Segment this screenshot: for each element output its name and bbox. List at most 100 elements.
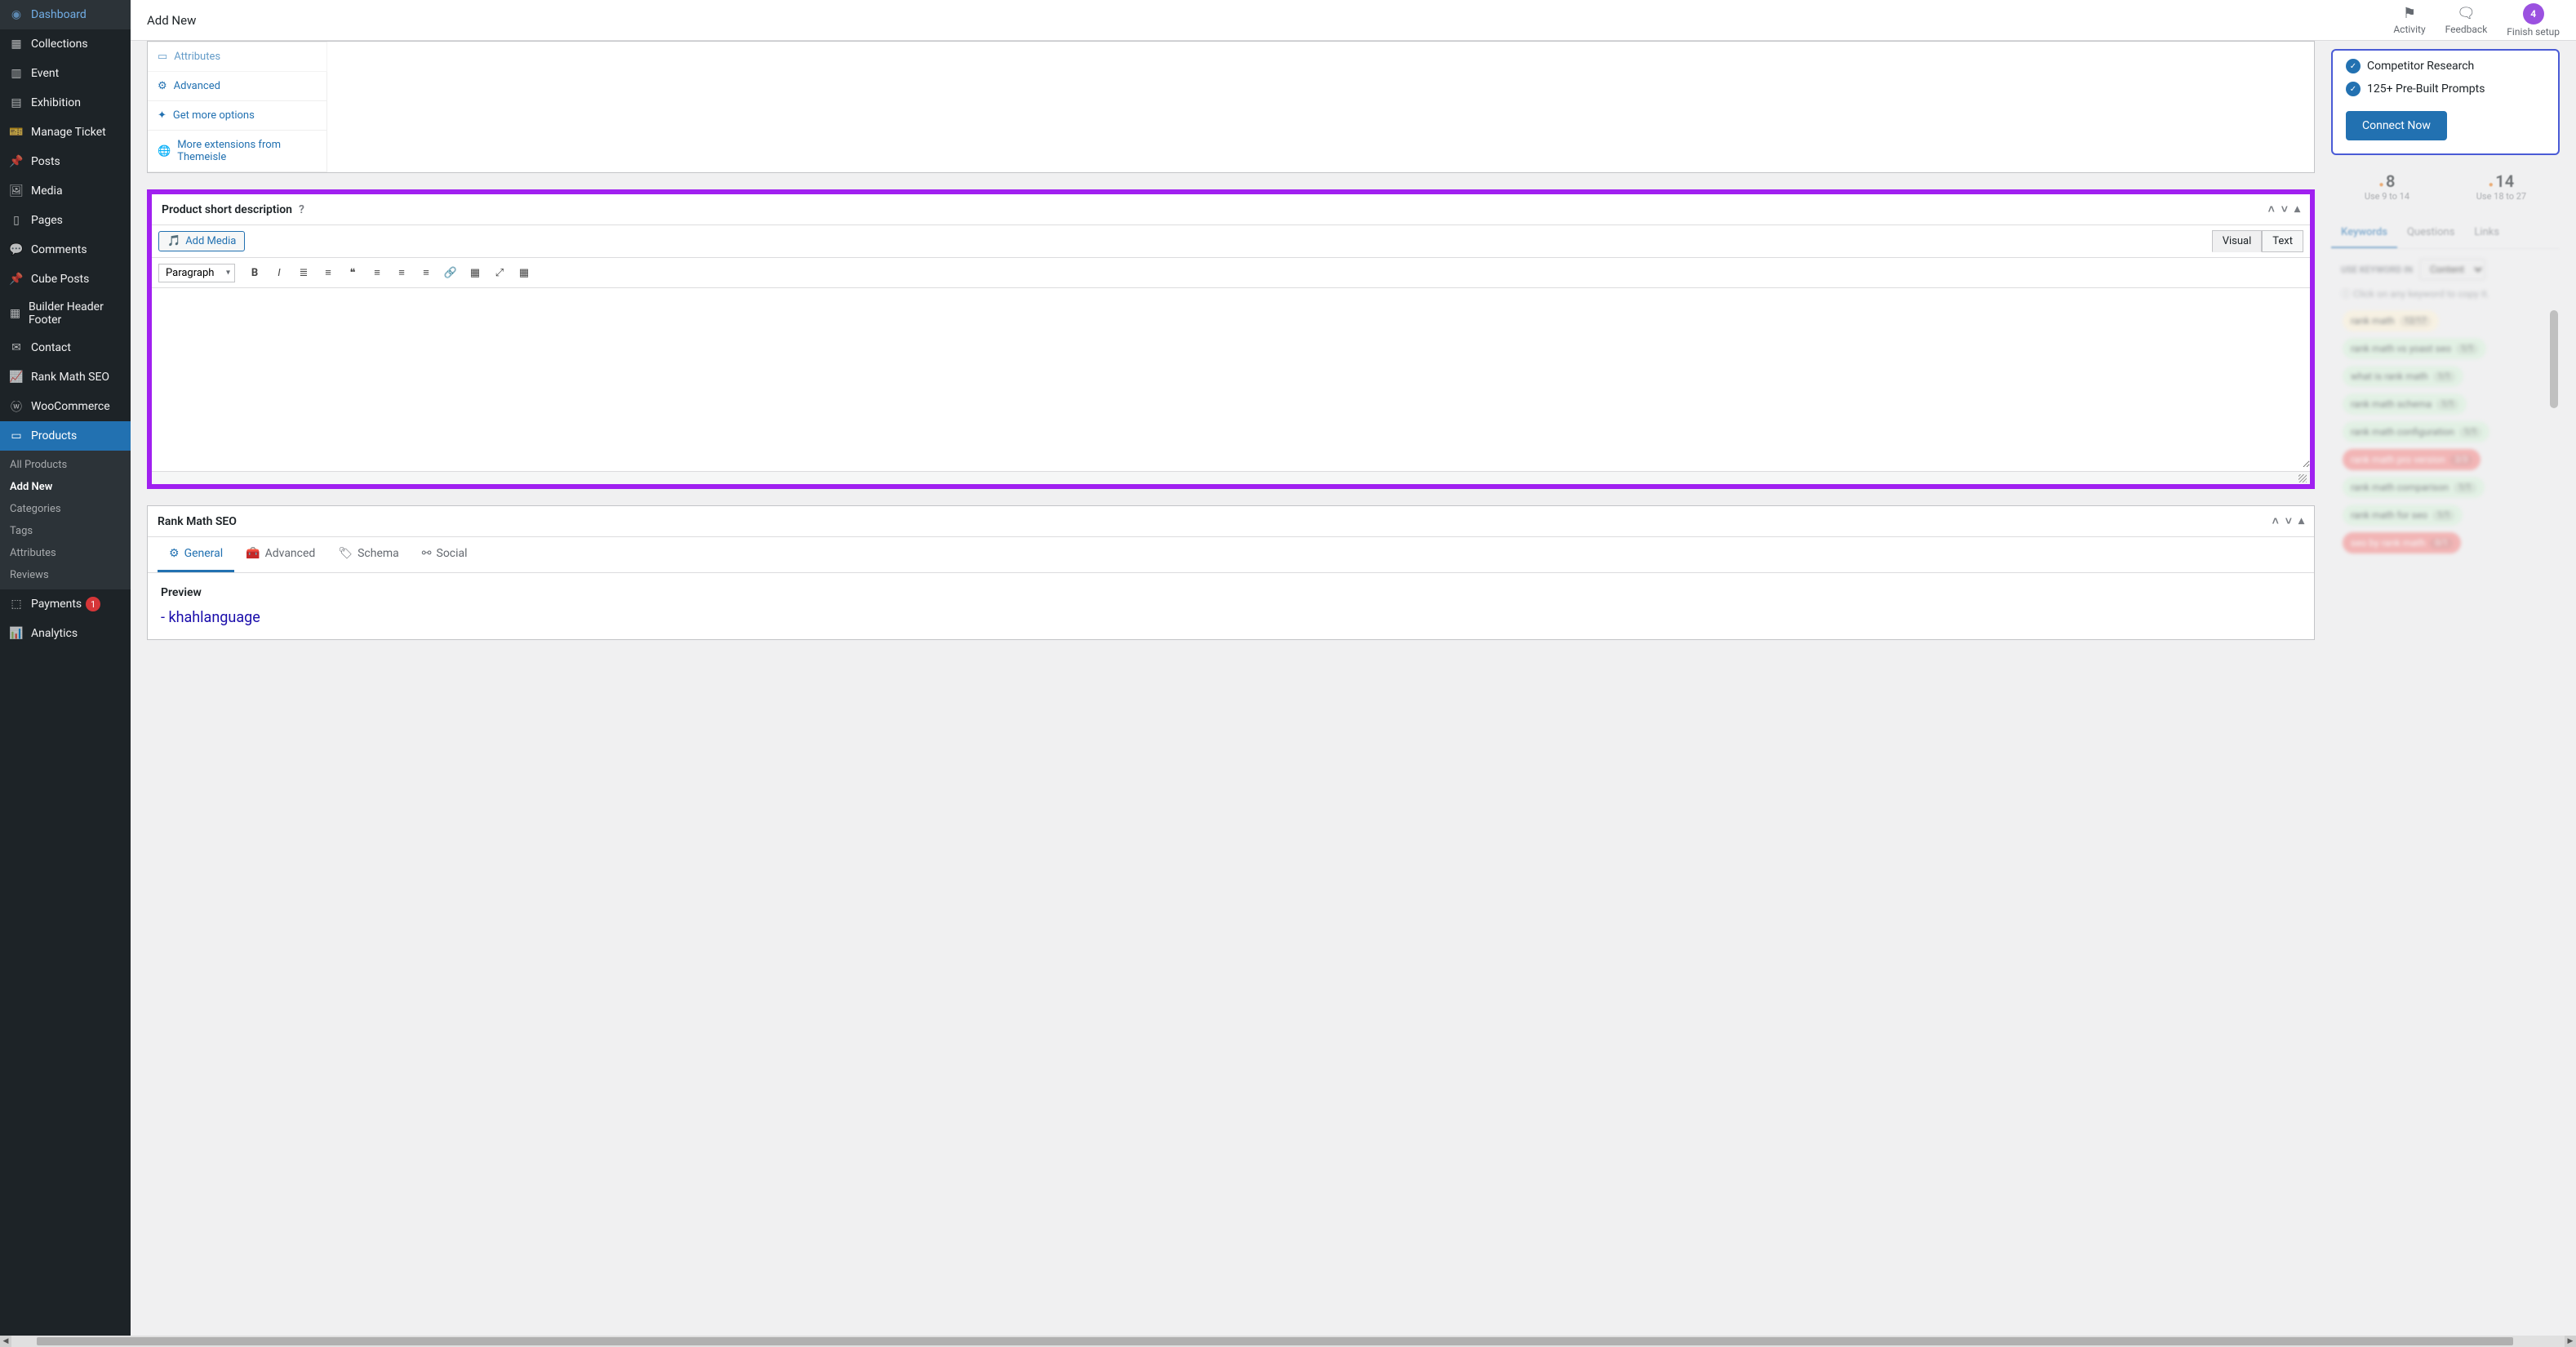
kw-tab-links[interactable]: Links [2464,218,2509,248]
panel-move-down-icon[interactable]: ˅ [2281,202,2288,216]
sidebar-item-exhibition[interactable]: ▤ Exhibition [0,88,131,118]
right-scrollbar[interactable] [2550,310,2558,408]
attributes-icon: ▭ [158,51,167,63]
sidebar-label: Dashboard [31,8,87,21]
sidebar-sub-reviews[interactable]: Reviews [0,564,131,586]
sidebar-label: Exhibition [31,96,81,109]
sidebar-sub-categories[interactable]: Categories [0,498,131,520]
seo-tab-schema[interactable]: 🏷Schema [326,537,410,572]
sidebar-sub-tags[interactable]: Tags [0,520,131,542]
help-icon[interactable]: ? [299,203,304,216]
seo-tab-advanced[interactable]: 🧰Advanced [234,537,326,572]
keyword-pill[interactable]: seo by rank math0/1 [2343,532,2461,553]
panel-toggle-icon[interactable]: ▴ [2294,202,2300,216]
preview-link[interactable]: - khahlanguage [161,609,2301,626]
products-icon: ▭ [8,428,24,444]
sidebar-item-analytics[interactable]: 📊Analytics [0,619,131,648]
sidebar-label: Products [31,429,77,442]
insert-readmore-button[interactable]: ▦ [464,261,486,284]
keyword-pill[interactable]: rank math for seo1/1 [2343,505,2463,526]
exhibition-icon: ▤ [8,95,24,111]
sidebar-item-collections[interactable]: ▦Collections [0,29,131,59]
pd-tab-get-more-options[interactable]: ✦Get more options [148,101,327,131]
sidebar-item-media[interactable]: 🖼Media [0,176,131,206]
feedback-icon: 🗨 [2457,5,2476,22]
preview-label: Preview [161,586,2301,599]
align-center-button[interactable]: ≡ [390,261,413,284]
sidebar-item-event[interactable]: ▥Event [0,59,131,88]
sidebar-item-products[interactable]: ▭ Products [0,421,131,451]
magic-icon: ✦ [158,109,167,122]
finish-setup-badge: 4 [2523,3,2544,24]
editor-tab-text[interactable]: Text [2262,230,2303,252]
sidebar-item-comments[interactable]: 💬Comments [0,235,131,265]
sidebar-item-dashboard[interactable]: ◉Dashboard [0,0,131,29]
activity-icon: ⚑ [2403,5,2416,22]
panel-move-down-icon[interactable]: ˅ [2285,514,2292,528]
panel-toggle-icon[interactable]: ▴ [2298,514,2304,528]
panel-move-up-icon[interactable]: ˄ [2272,514,2279,528]
connect-now-button[interactable]: Connect Now [2346,111,2447,140]
format-select[interactable]: Paragraph [158,264,235,282]
keyword-pill[interactable]: rank math12/17 [2343,310,2439,331]
short-description-editor[interactable] [152,288,2310,468]
align-left-button[interactable]: ≡ [366,261,389,284]
keyword-pill[interactable]: rank math configuration1/1 [2343,421,2489,442]
scroll-left-arrow[interactable]: ◀ [0,1336,11,1347]
activity-button[interactable]: ⚑ Activity [2393,5,2425,35]
keyword-pill[interactable]: what is rank math1/1 [2343,366,2463,387]
sidebar-item-manage-ticket[interactable]: 🎫Manage Ticket [0,118,131,147]
product-short-description-panel: Product short description ? ˄ ˅ ▴ 🎵 Add … [147,189,2315,489]
sidebar-item-pages[interactable]: ▯Pages [0,206,131,235]
sidebar-label: Payments [31,598,82,611]
share-icon: ⚯ [422,547,432,560]
fullscreen-button[interactable]: ⤢ [488,261,511,284]
finish-setup-button[interactable]: 4 Finish setup [2507,3,2560,38]
sidebar-sub-all-products[interactable]: All Products [0,454,131,476]
keyword-location-select[interactable]: Content [2419,259,2485,280]
bullet-list-button[interactable]: ≣ [292,261,315,284]
seo-tab-social[interactable]: ⚯Social [411,537,479,572]
kw-tab-questions[interactable]: Questions [2397,218,2464,248]
keyword-pill[interactable]: rank math pro version2/3 [2343,449,2481,470]
editor-resize-handle[interactable] [152,471,2310,484]
sidebar-item-cube-posts[interactable]: 📌Cube Posts [0,265,131,294]
panel-move-up-icon[interactable]: ˄ [2268,202,2275,216]
scroll-thumb[interactable] [37,1337,2513,1345]
sidebar-item-woocommerce[interactable]: ⓦWooCommerce [0,392,131,421]
horizontal-scrollbar[interactable]: ◀ ▶ [0,1336,2576,1347]
keyword-pill[interactable]: rank math comparison1/1 [2343,477,2485,498]
woo-icon: ⓦ [8,398,24,415]
blockquote-button[interactable]: ❝ [341,261,364,284]
sidebar-item-contact[interactable]: ✉Contact [0,333,131,362]
scroll-right-arrow[interactable]: ▶ [2565,1336,2576,1347]
ai-feature-item: ✓ Competitor Research [2346,59,2545,73]
pages-icon: ▯ [8,212,24,229]
sidebar-sub-attributes[interactable]: Attributes [0,542,131,564]
kw-tab-keywords[interactable]: Keywords [2331,218,2397,248]
pd-tab-more-extensions[interactable]: 🌐More extensions from Themeisle [148,131,327,172]
toolbar-toggle-button[interactable]: ▦ [513,261,535,284]
sidebar-item-posts[interactable]: 📌Posts [0,147,131,176]
sidebar-item-builder-header-footer[interactable]: ▦Builder Header Footer [0,294,131,333]
sidebar-sub-add-new[interactable]: Add New [0,476,131,498]
editor-tab-visual[interactable]: Visual [2212,230,2263,252]
pd-tab-advanced[interactable]: ⚙Advanced [148,72,327,101]
link-button[interactable]: 🔗 [439,261,462,284]
keyword-pill[interactable]: rank math vs yoast seo1/1 [2343,338,2486,359]
feedback-button[interactable]: 🗨 Feedback [2445,5,2488,35]
seo-tab-label: Advanced [265,547,316,560]
topbar: Add New ⚑ Activity 🗨 Feedback 4 Finish s… [131,0,2576,41]
italic-button[interactable]: I [268,261,291,284]
keyword-pill[interactable]: rank math schema1/1 [2343,393,2467,415]
bold-button[interactable]: B [243,261,266,284]
align-right-button[interactable]: ≡ [415,261,437,284]
seo-tab-general[interactable]: ⚙General [158,537,234,572]
sidebar-item-rank-math-seo[interactable]: 📈Rank Math SEO [0,362,131,392]
pd-tab-attributes[interactable]: ▭Attributes [148,42,327,72]
sidebar-item-payments[interactable]: ⬚Payments1 [0,589,131,619]
numbered-list-button[interactable]: ≡ [317,261,340,284]
stat-sub: Use 18 to 27 [2476,191,2526,202]
add-media-button[interactable]: 🎵 Add Media [158,231,245,251]
ai-feature-label: 125+ Pre-Built Prompts [2367,82,2485,96]
